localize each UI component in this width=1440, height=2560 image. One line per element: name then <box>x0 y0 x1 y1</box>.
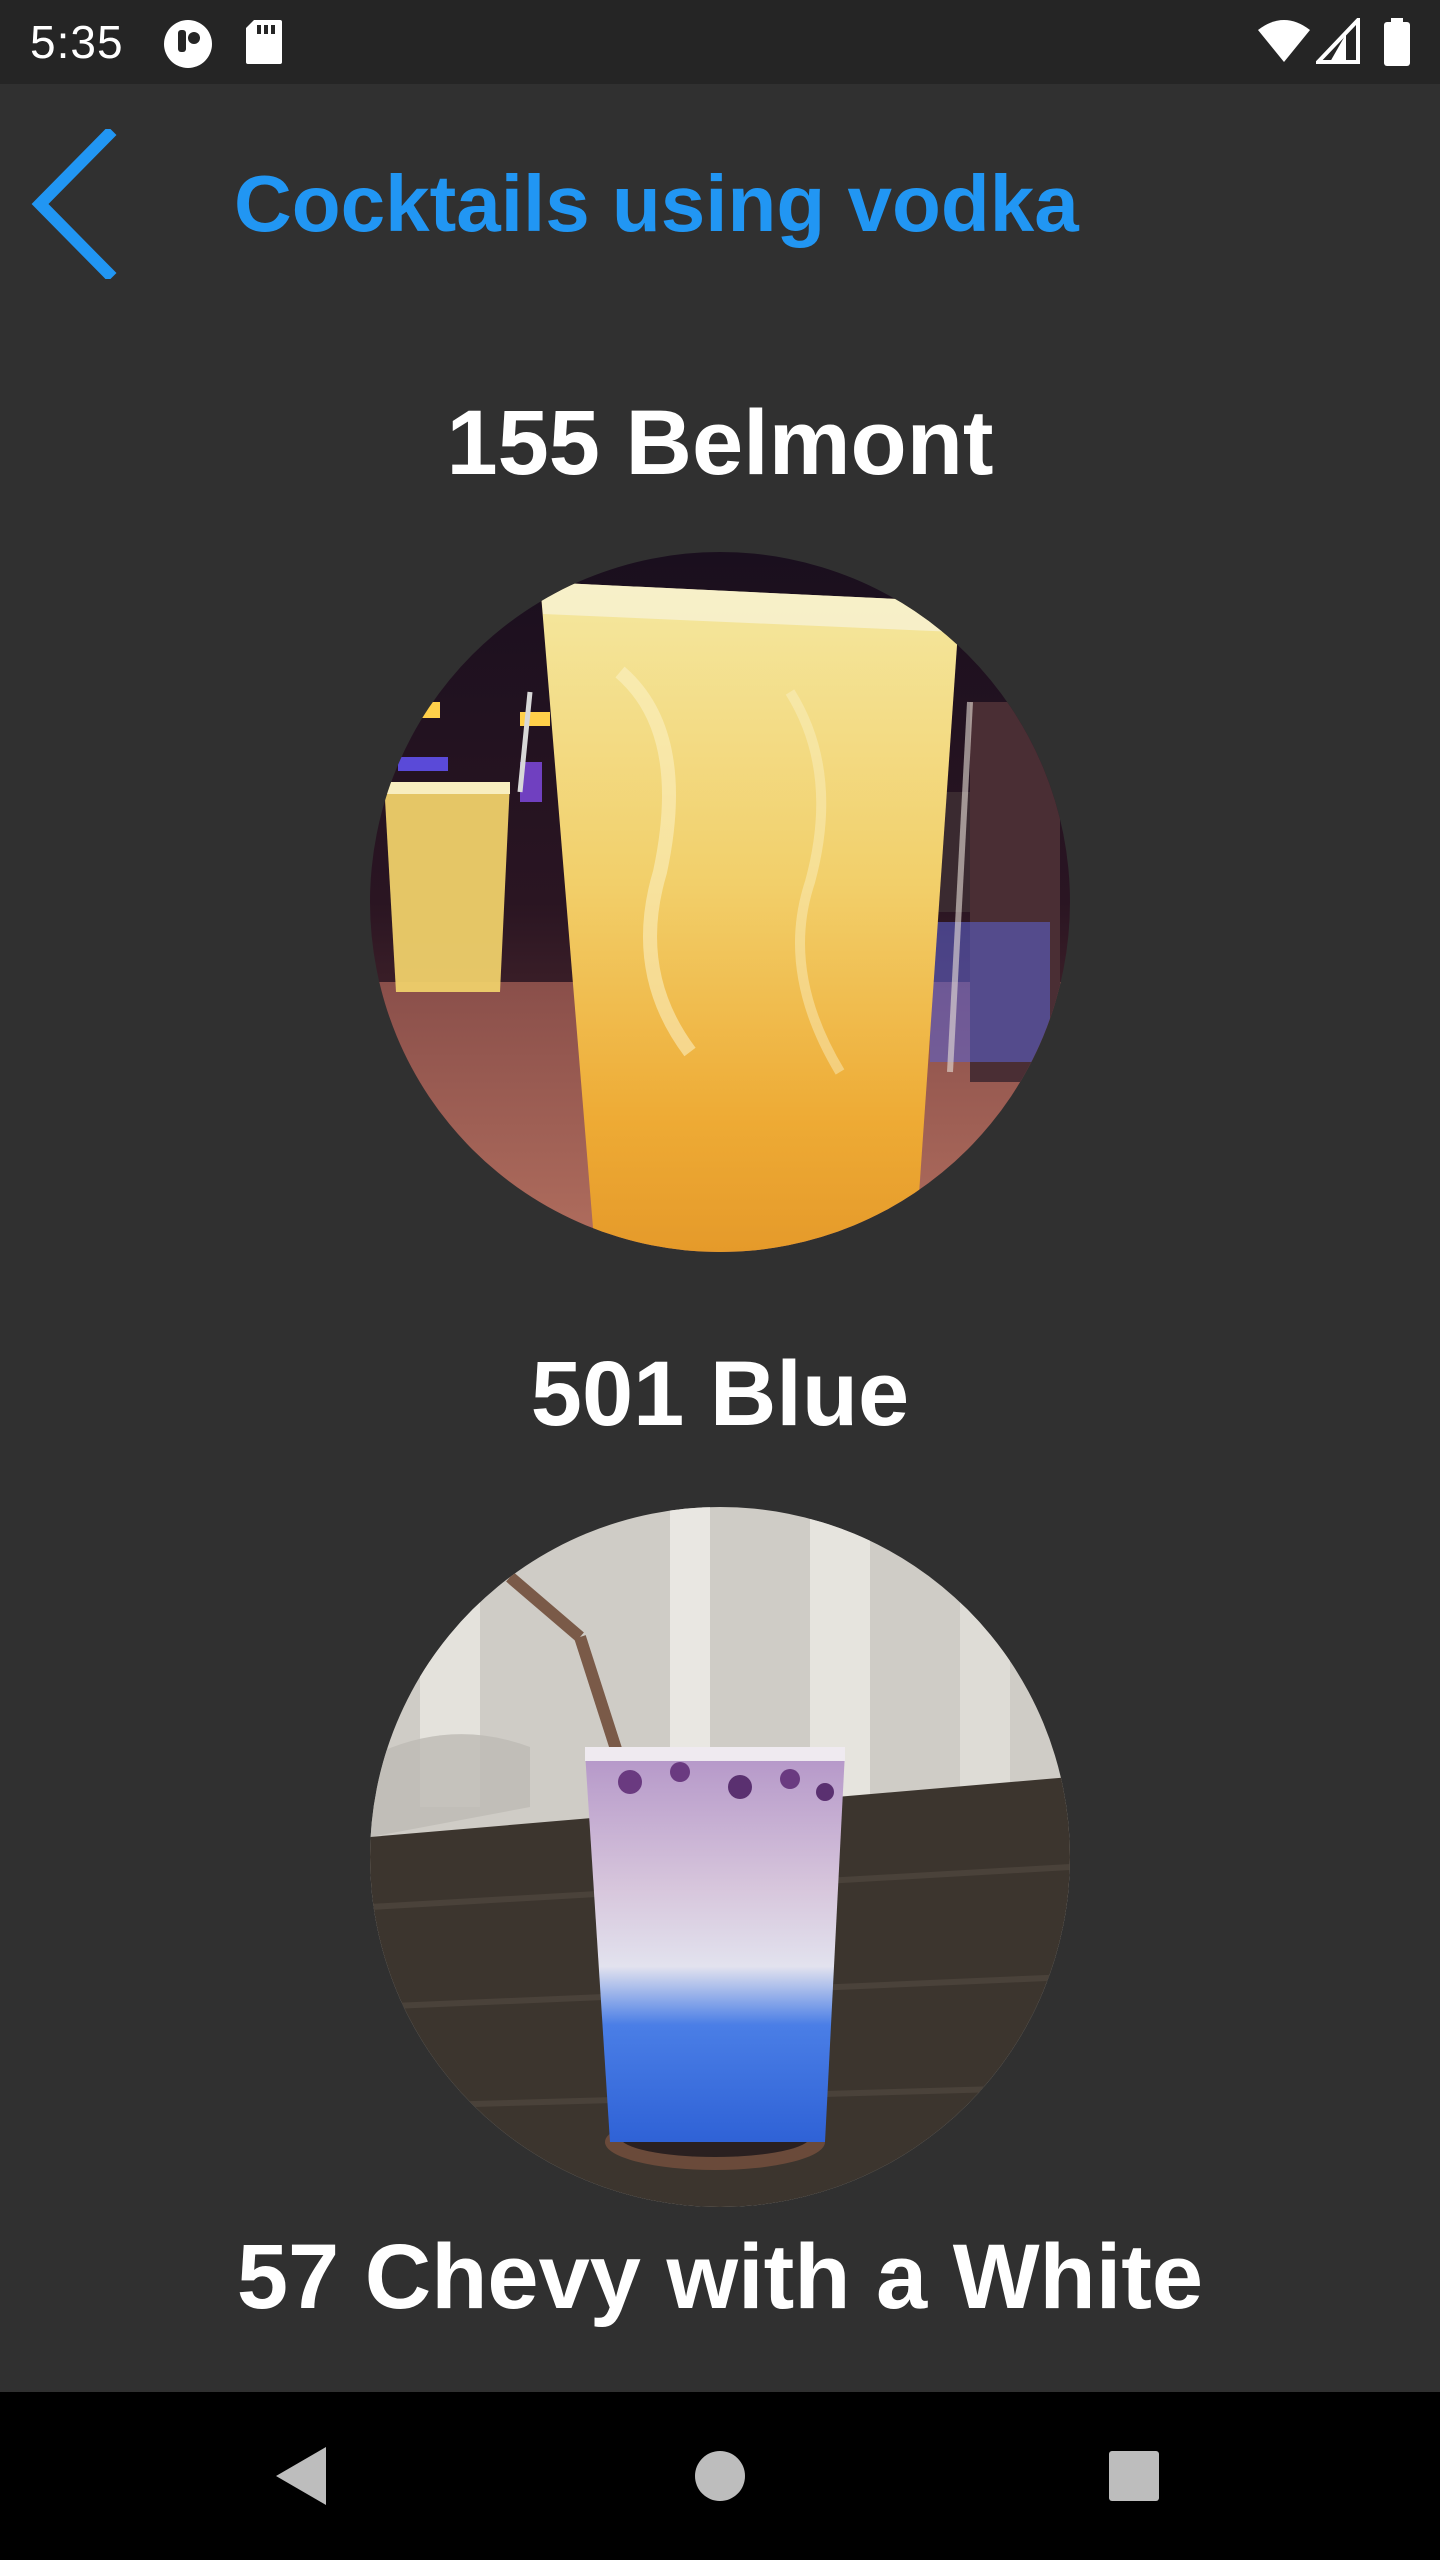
cocktail-name: 155 Belmont <box>446 392 994 494</box>
cocktail-name: 501 Blue <box>530 1343 910 1445</box>
app-bar: Cocktails using vodka <box>0 84 1440 312</box>
sd-card-icon <box>244 18 284 70</box>
back-triangle-icon <box>276 2447 326 2505</box>
recents-square-icon <box>1109 2451 1159 2501</box>
wifi-icon <box>1256 18 1312 68</box>
orange-highball-drink-photo <box>370 552 1070 1252</box>
screen: 5:35 Cocktails using vodka 155 Belmont 5… <box>0 0 1440 2560</box>
nav-back-button[interactable] <box>250 2426 350 2526</box>
nav-recents-button[interactable] <box>1084 2426 1184 2526</box>
navigation-bar <box>0 2392 1440 2560</box>
cocktail-name: 57 Chevy with a White <box>236 2226 1204 2328</box>
notification-app-icon <box>162 18 214 74</box>
cocktail-photo[interactable] <box>370 1507 1070 2207</box>
cocktail-item[interactable]: 155 Belmont <box>0 312 1440 1267</box>
status-time: 5:35 <box>30 16 124 68</box>
cellular-signal-icon <box>1313 15 1360 68</box>
blue-layered-drink-photo <box>370 1507 1070 2207</box>
home-circle-icon <box>695 2451 745 2501</box>
back-button[interactable] <box>18 124 128 284</box>
status-bar: 5:35 <box>0 0 1440 84</box>
chevron-left-icon <box>31 129 117 279</box>
cocktail-list[interactable]: 155 Belmont 501 Blue 57 Chevy with a Whi… <box>0 312 1440 2392</box>
cocktail-item[interactable]: 501 Blue <box>0 1267 1440 2222</box>
nav-home-button[interactable] <box>670 2426 770 2526</box>
cocktail-photo[interactable] <box>370 552 1070 1252</box>
page-title: Cocktails using vodka <box>234 159 1079 248</box>
battery-icon <box>1382 18 1412 70</box>
cocktail-item[interactable]: 57 Chevy with a White <box>0 2222 1440 2392</box>
